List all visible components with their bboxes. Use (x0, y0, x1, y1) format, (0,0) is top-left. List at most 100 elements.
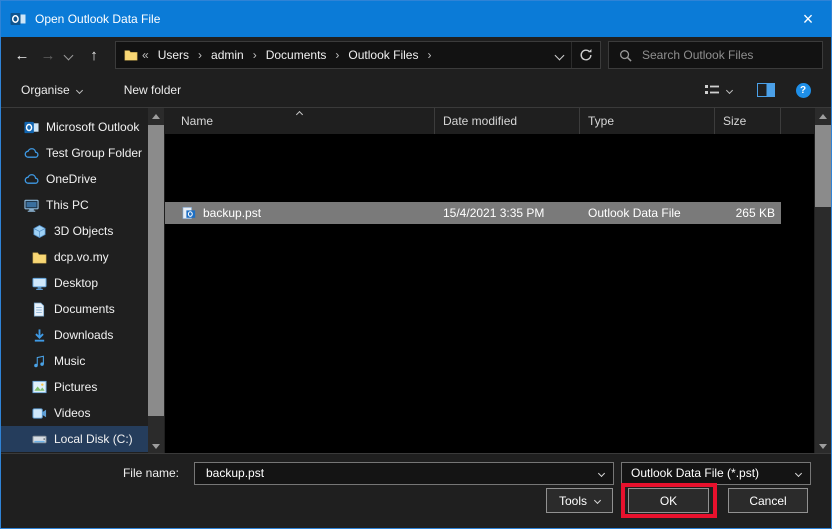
sort-ascending-icon (295, 111, 302, 118)
new-folder-label: New folder (124, 83, 181, 97)
breadcrumb-separator-icon[interactable]: › (196, 48, 204, 62)
sidebar-item-dcp-vo-my[interactable]: dcp.vo.my (1, 244, 148, 270)
sidebar-item-music[interactable]: Music (1, 348, 148, 374)
footer: File name: Outlook Data File (*.pst) Too… (1, 453, 831, 528)
video-icon (31, 405, 47, 421)
file-type-combobox[interactable]: Outlook Data File (*.pst) (621, 462, 811, 485)
sidebar-item-label: Videos (54, 406, 90, 420)
file-name-row: File name: Outlook Data File (*.pst) (1, 461, 831, 485)
sidebar-scrollbar[interactable] (148, 108, 164, 455)
folder-icon (123, 47, 139, 63)
navigation-bar: ← → ↑ «Users›admin›Documents›Outlook Fil… (1, 37, 831, 73)
column-header-name[interactable]: Name (165, 108, 435, 134)
scroll-up-icon[interactable] (148, 108, 164, 125)
address-bar: «Users›admin›Documents›Outlook Files› (115, 41, 601, 69)
file-list-scrollbar[interactable] (815, 108, 831, 455)
disk-icon (31, 431, 47, 447)
column-header-size[interactable]: Size (715, 108, 781, 134)
chevron-down-icon (594, 497, 601, 504)
sidebar-item-local-disk-c[interactable]: Local Disk (C:) (1, 426, 148, 452)
command-toolbar: Organise New folder ? (1, 73, 831, 107)
cloud-icon (23, 171, 39, 187)
breadcrumb-separator-icon[interactable]: › (333, 48, 341, 62)
breadcrumb-segment-admin[interactable]: admin (205, 48, 250, 62)
sidebar-item-label: Downloads (54, 328, 113, 342)
outlook-icon (23, 119, 39, 135)
breadcrumb-segment-outlook-files[interactable]: Outlook Files (342, 48, 424, 62)
pst-file-icon (181, 205, 197, 221)
up-icon[interactable]: ↑ (81, 41, 107, 69)
scroll-up-icon[interactable] (815, 108, 831, 125)
sidebar: Microsoft Outlook Test Group Folder OneDri… (1, 108, 148, 455)
sidebar-item-videos[interactable]: Videos (1, 400, 148, 426)
sidebar-item-onedrive[interactable]: OneDrive (1, 166, 148, 192)
sidebar-item-label: Test Group Folder (46, 146, 142, 160)
file-type-cell: Outlook Data File (580, 206, 715, 220)
search-input[interactable] (640, 47, 814, 63)
pc-icon (23, 197, 39, 213)
tools-button[interactable]: Tools (546, 488, 613, 513)
music-icon (31, 353, 47, 369)
close-icon[interactable]: × (785, 1, 831, 37)
breadcrumb-separator-icon[interactable]: › (251, 48, 259, 62)
file-name-label: File name: (1, 466, 194, 480)
recent-locations-chevron-icon[interactable] (61, 41, 75, 69)
column-header-label: Size (723, 114, 746, 128)
new-folder-button[interactable]: New folder (120, 79, 185, 101)
search-icon (617, 47, 633, 63)
folder-icon (31, 249, 47, 265)
sidebar-item-desktop[interactable]: Desktop (1, 270, 148, 296)
column-header-type[interactable]: Type (580, 108, 715, 134)
download-icon (31, 327, 47, 343)
chevron-down-icon (598, 469, 605, 476)
cancel-button[interactable]: Cancel (728, 488, 808, 513)
address-dropdown-chevron-icon[interactable] (547, 42, 571, 68)
sidebar-item-microsoft-outlook[interactable]: Microsoft Outlook (1, 114, 148, 140)
chevron-down-icon (795, 469, 802, 476)
file-rows: backup.pst 15/4/2021 3:35 PMOutlook Data … (165, 202, 814, 224)
back-icon[interactable]: ← (9, 41, 35, 69)
sidebar-item-pictures[interactable]: Pictures (1, 374, 148, 400)
file-name-cell: backup.pst (165, 205, 435, 221)
file-list-area[interactable]: NameDate modifiedType Size backup.pst 15/4… (165, 108, 814, 455)
file-size-cell: 265 KB (715, 206, 781, 220)
file-name-input[interactable] (204, 465, 568, 481)
window-title: Open Outlook Data File (35, 12, 160, 26)
sidebar-scrollbar-thumb[interactable] (148, 125, 164, 416)
open-outlook-data-file-dialog: Open Outlook Data File × ← → ↑ «Users›ad… (0, 0, 832, 529)
titlebar: Open Outlook Data File × (1, 1, 831, 37)
breadcrumb-separator-icon[interactable]: › (425, 48, 433, 62)
sidebar-item-3d-objects[interactable]: 3D Objects (1, 218, 148, 244)
sidebar-item-label: dcp.vo.my (54, 250, 109, 264)
sidebar-item-this-pc[interactable]: This PC (1, 192, 148, 218)
ok-label: OK (660, 494, 677, 508)
sidebar-item-downloads[interactable]: Downloads (1, 322, 148, 348)
views-button[interactable] (700, 79, 736, 101)
list-header: NameDate modifiedType Size (165, 108, 814, 134)
sidebar-item-documents[interactable]: Documents (1, 296, 148, 322)
file-date-cell: 15/4/2021 3:35 PM (435, 206, 580, 220)
tools-label: Tools (559, 494, 587, 508)
sidebar-item-test-group-folder[interactable]: Test Group Folder (1, 140, 148, 166)
file-row-backup-pst[interactable]: backup.pst 15/4/2021 3:35 PMOutlook Data … (165, 202, 781, 224)
file-name-text: backup.pst (203, 206, 261, 220)
breadcrumb-segment-documents[interactable]: Documents (260, 48, 333, 62)
cancel-label: Cancel (749, 494, 786, 508)
column-header-date-modified[interactable]: Date modified (435, 108, 580, 134)
file-name-combobox[interactable] (194, 462, 614, 485)
breadcrumb-segment-users[interactable]: Users (152, 48, 195, 62)
ok-button[interactable]: OK (628, 488, 709, 513)
views-icon (704, 83, 720, 97)
preview-pane-icon[interactable] (756, 82, 775, 98)
sidebar-item-label: Documents (54, 302, 115, 316)
file-list-scrollbar-thumb[interactable] (815, 125, 831, 207)
breadcrumb-overflow-icon[interactable]: « (140, 48, 151, 62)
sidebar-item-label: Pictures (54, 380, 97, 394)
help-icon[interactable]: ? (795, 82, 811, 98)
search-box[interactable] (608, 41, 823, 69)
document-icon (31, 301, 47, 317)
organise-label: Organise (21, 83, 70, 97)
refresh-icon[interactable] (571, 42, 600, 68)
forward-icon[interactable]: → (35, 41, 61, 69)
organise-button[interactable]: Organise (17, 79, 86, 101)
